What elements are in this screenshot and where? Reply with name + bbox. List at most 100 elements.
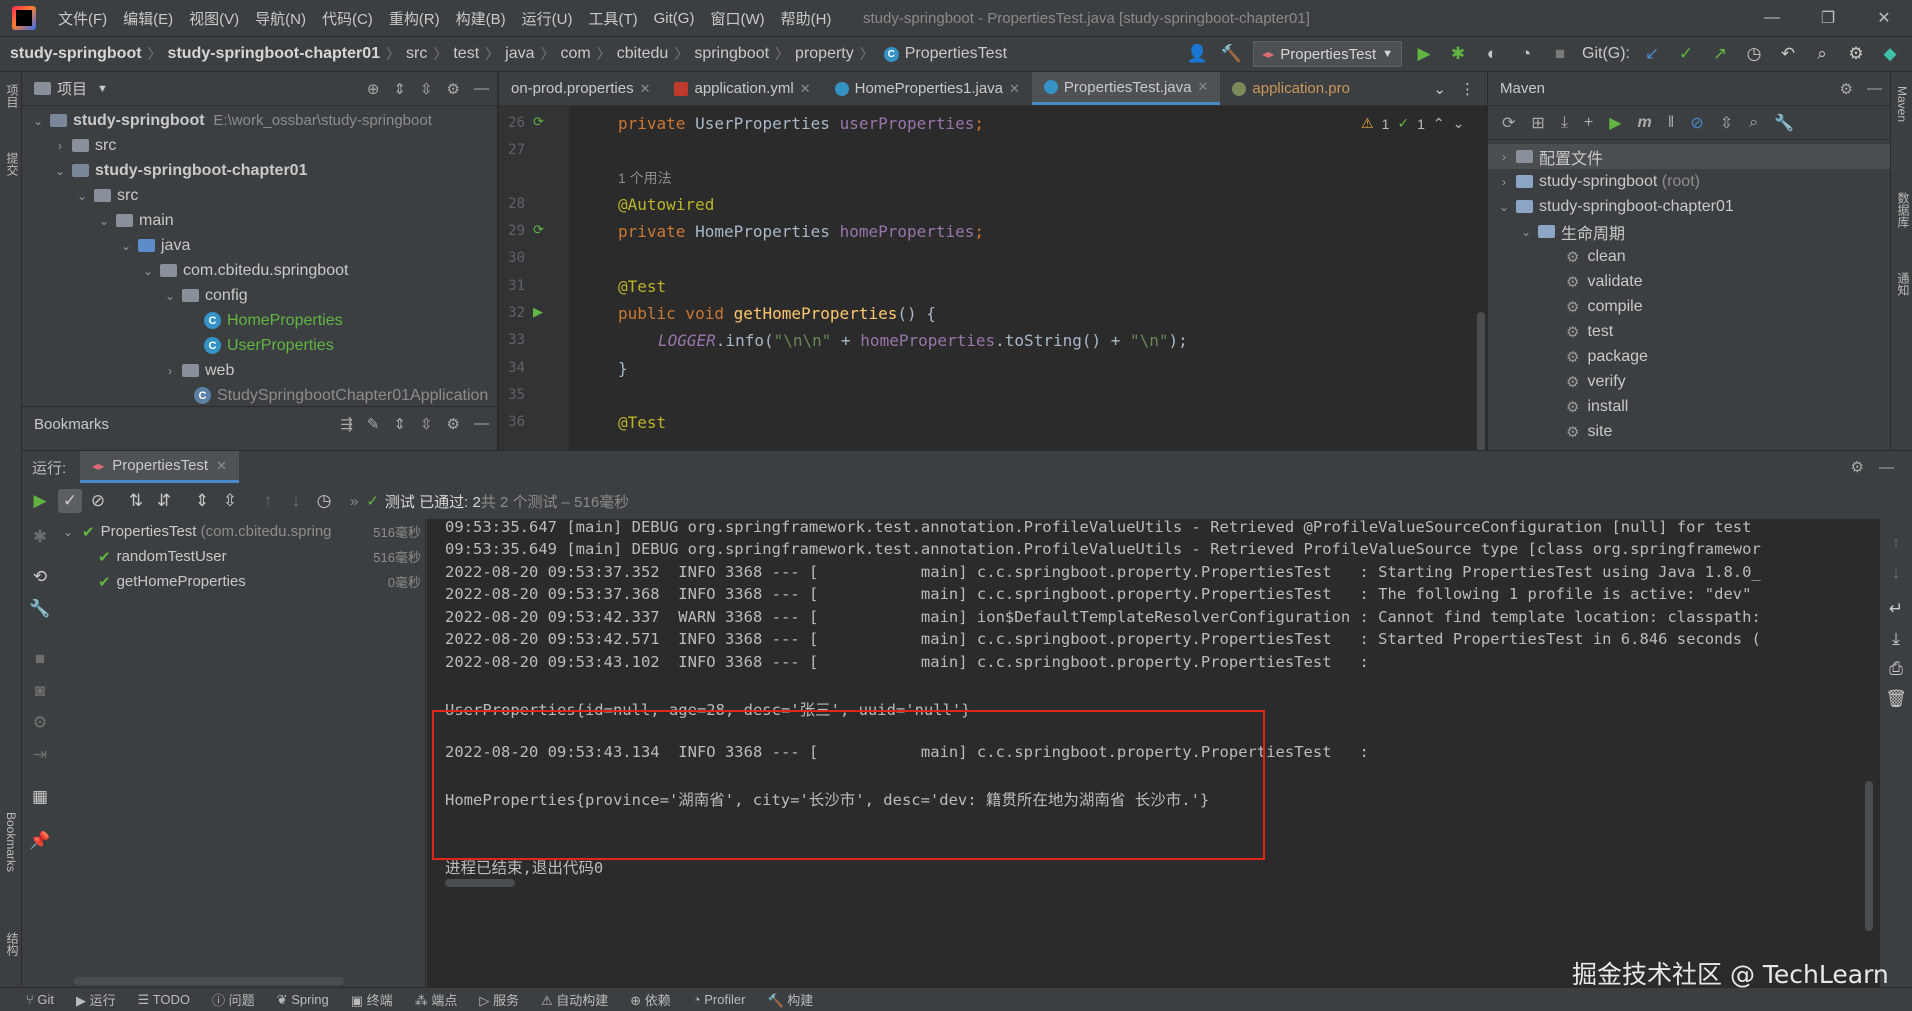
toggle-offline-icon[interactable]: ‖ [1668, 114, 1675, 132]
menu-window[interactable]: 窗口(W) [702, 8, 772, 29]
search-icon[interactable]: ⌕ [1810, 42, 1834, 66]
stripe-structure[interactable]: 结构 [4, 932, 21, 956]
menu-navigate[interactable]: 导航(N) [247, 8, 314, 29]
test-suite-row[interactable]: ⌄ ✔ PropertiesTest (com.cbitedu.spring 5… [58, 519, 425, 544]
trash-icon[interactable]: 🗑 [1884, 687, 1908, 711]
gear-icon[interactable]: ⚙ [1840, 80, 1853, 98]
test-case-row[interactable]: ✔ getHomeProperties 0毫秒 [58, 569, 425, 594]
close-icon[interactable]: ✕ [800, 81, 811, 97]
status-services[interactable]: ▷ 服务 [479, 990, 519, 1009]
build-hammer-icon[interactable]: 🔨 [1219, 42, 1243, 66]
inspection-widget[interactable]: ⚠ 1 ✓ 1 ⌃ ⌄ [1361, 115, 1464, 132]
menu-edit[interactable]: 编辑(E) [115, 8, 181, 29]
sort-alpha-icon[interactable]: ⇅ [124, 489, 148, 513]
tree-node-chapter01[interactable]: ⌄ study-springboot-chapter01 [22, 158, 497, 183]
menu-build[interactable]: 构建(B) [448, 8, 514, 29]
console-hscrollbar[interactable] [445, 879, 515, 887]
collapse-icon[interactable]: ⇳ [1720, 113, 1733, 133]
stripe-bookmarks[interactable]: Bookmarks [4, 812, 18, 872]
collapse-all-icon[interactable]: ⇳ [218, 489, 242, 513]
tab-application-pro[interactable]: application.pro [1220, 72, 1362, 105]
bookmarks-title[interactable]: Bookmarks [34, 416, 109, 433]
maven-goal-icon[interactable]: m [1638, 114, 1652, 132]
close-icon[interactable]: ✕ [216, 458, 227, 474]
console-output[interactable]: 09:53:35.647 [main] DEBUG org.springfram… [427, 519, 1880, 988]
run-config-select[interactable]: ◂▸ PropertiesTest ▼ [1253, 41, 1402, 67]
stripe-project[interactable]: 项目 [4, 84, 21, 108]
wrench-icon[interactable]: 🔧 [28, 597, 52, 621]
hide-icon[interactable]: — [1879, 459, 1894, 476]
chevron-down-icon[interactable]: ▼ [97, 83, 108, 95]
tab-homeproperties1[interactable]: HomeProperties1.java ✕ [823, 72, 1032, 105]
status-profiler[interactable]: ◔ Profiler [693, 992, 746, 1007]
download-icon[interactable]: ⤓ [1561, 114, 1568, 132]
chevron-up-icon[interactable]: ⌃ [1433, 115, 1445, 132]
maven-project-chapter01[interactable]: ⌄ study-springboot-chapter01 [1488, 194, 1890, 219]
tree-node-src[interactable]: ⌄ src [22, 183, 497, 208]
restore-layout-icon[interactable]: ⟲ [28, 565, 52, 589]
maven-goal-site[interactable]: ⚙ site [1488, 419, 1890, 444]
expand-all-icon[interactable]: ⇕ [393, 415, 406, 433]
locate-icon[interactable]: ⊕ [367, 80, 380, 98]
arrow-up-icon[interactable]: ↑ [1884, 531, 1908, 555]
tab-application-yml[interactable]: application.yml ✕ [662, 72, 822, 105]
breadcrumb-property[interactable]: property [795, 45, 854, 63]
run-test-icon[interactable]: ▶ [533, 304, 543, 320]
console-vscrollbar[interactable] [1865, 781, 1873, 931]
status-build[interactable]: 🔨 构建 [767, 990, 813, 1009]
maven-lifecycle[interactable]: ⌄ 生命周期 [1488, 219, 1890, 244]
history-icon[interactable]: ◷ [312, 489, 336, 513]
close-button[interactable]: ✕ [1856, 0, 1912, 36]
run-tab[interactable]: ◂▸ PropertiesTest ✕ [80, 451, 239, 483]
menu-view[interactable]: 视图(V) [181, 8, 247, 29]
maven-goal-validate[interactable]: ⚙ validate [1488, 269, 1890, 294]
status-git[interactable]: ⑂ Git [26, 992, 54, 1007]
chevron-right-icon[interactable]: » [350, 493, 358, 510]
maven-profiles[interactable]: › 配置文件 [1488, 144, 1890, 169]
add-bookmark-icon[interactable]: ⇶ [340, 415, 353, 433]
tab-list-button[interactable]: ⌄ ⋮ [1421, 72, 1487, 105]
close-icon[interactable]: ✕ [1009, 81, 1020, 97]
menu-run[interactable]: 运行(U) [514, 8, 581, 29]
tree-node-project-root[interactable]: ⌄ study-springboot E:\work_ossbar\study-… [22, 108, 497, 133]
tab-propertiestest[interactable]: PropertiesTest.java ✕ [1031, 72, 1221, 105]
menu-refactor[interactable]: 重构(R) [381, 8, 448, 29]
expand-all-icon[interactable]: ⇕ [190, 489, 214, 513]
status-endpoints[interactable]: ⁂ 端点 [415, 990, 458, 1009]
tab-on-prod-properties[interactable]: on-prod.properties ✕ [499, 72, 662, 105]
show-ignored-icon[interactable]: ⊘ [86, 489, 110, 513]
sort-duration-icon[interactable]: ⇵ [152, 489, 176, 513]
tree-node-web[interactable]: › web [22, 358, 497, 383]
stop-icon[interactable]: ■ [1548, 42, 1572, 66]
autowired-bean-icon[interactable]: ⟳ [533, 222, 544, 238]
wrench-icon[interactable]: 🔧 [1774, 113, 1794, 133]
stripe-maven[interactable]: Maven [1895, 86, 1909, 122]
tree-node-package[interactable]: ⌄ com.cbitedu.springboot [22, 258, 497, 283]
hide-icon[interactable]: — [1867, 80, 1882, 98]
arrow-down-icon[interactable]: ↓ [1884, 561, 1908, 585]
show-passed-icon[interactable]: ✓ [58, 489, 82, 513]
import-icon[interactable]: ⇥ [28, 743, 52, 767]
status-auto-build[interactable]: ⚠ 自动构建 [541, 990, 608, 1009]
scroll-to-end-icon[interactable]: ⤓ [1884, 627, 1908, 651]
breadcrumb-test[interactable]: test [453, 45, 479, 63]
tree-node-application[interactable]: C StudySpringbootChapter01Application [22, 383, 497, 408]
menu-git[interactable]: Git(G) [646, 10, 703, 27]
add-project-icon[interactable]: ⊞ [1531, 113, 1544, 133]
rollback-icon[interactable]: ↶ [1776, 42, 1800, 66]
maximize-button[interactable]: ❐ [1800, 0, 1856, 36]
tree-node-userproperties[interactable]: C UserProperties [22, 333, 497, 358]
gear-icon[interactable]: ⚙ [447, 415, 460, 433]
breadcrumb-src[interactable]: src [406, 45, 427, 63]
breadcrumb-cbitedu[interactable]: cbitedu [617, 45, 669, 63]
history-icon[interactable]: ◷ [1742, 42, 1766, 66]
gear-icon[interactable]: ⚙ [1844, 42, 1868, 66]
maven-goal-verify[interactable]: ⚙ verify [1488, 369, 1890, 394]
settings-icon[interactable]: ⚙ [28, 711, 52, 735]
breadcrumb-class[interactable]: PropertiesTest [905, 45, 1007, 63]
user-icon[interactable]: 👤 [1185, 42, 1209, 66]
debug-icon[interactable]: ✱ [1446, 42, 1470, 66]
layout-icon[interactable]: ▦ [28, 785, 52, 809]
rerun-icon[interactable]: ▶ [28, 489, 52, 513]
git-commit-icon[interactable]: ✓ [1674, 42, 1698, 66]
